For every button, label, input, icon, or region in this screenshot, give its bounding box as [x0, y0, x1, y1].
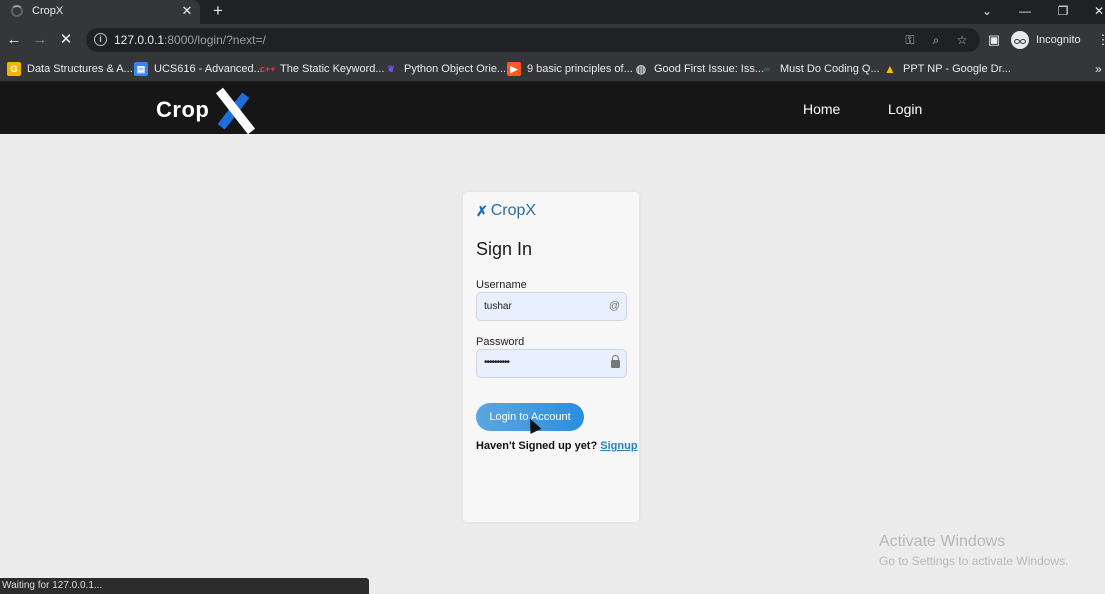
back-button-icon[interactable]: ←	[4, 30, 24, 50]
doc-icon: ▤	[134, 62, 148, 76]
site-navbar: Crop Home Login	[0, 82, 1105, 135]
password-label: Password	[476, 336, 525, 348]
status-bar: Waiting for 127.0.0.1...	[0, 578, 369, 594]
tab-strip: CropX ✕ + ⌄ — ❐ ✕	[0, 0, 1105, 24]
activate-windows-watermark: Activate Windows Go to Settings to activ…	[879, 533, 1069, 568]
bookmarks-bar: G Data Structures & A... ▤ UCS616 - Adva…	[0, 56, 1105, 82]
at-sign-icon: @	[608, 300, 621, 312]
card-brand: ✗ CropX	[476, 202, 537, 219]
username-field[interactable]: tushar @	[476, 292, 627, 321]
signup-link[interactable]: Signup	[600, 440, 637, 452]
more-bookmarks-icon[interactable]: »	[1095, 60, 1102, 78]
page-title: Sign In	[476, 239, 533, 259]
bookmark-item[interactable]: ❦ Python Object Orie...	[384, 60, 506, 78]
nav-login-link[interactable]: Login	[888, 101, 922, 117]
feather-icon: ❦	[387, 64, 395, 74]
password-value: ••••••••••	[484, 357, 510, 368]
browser-toolbar: ← → ✕ i 127.0.0.1:8000/login/?next=/ ⚿ ⌕…	[0, 24, 1105, 56]
minimize-icon[interactable]: —	[1015, 2, 1035, 20]
forward-button-icon[interactable]: →	[30, 30, 50, 50]
status-text: Waiting for 127.0.0.1...	[2, 580, 103, 591]
video-icon: ▶	[507, 62, 521, 76]
gfg-icon: ∞	[763, 64, 771, 74]
username-label: Username	[476, 279, 527, 291]
tab-close-icon[interactable]: ✕	[179, 3, 195, 19]
username-value: tushar	[484, 301, 512, 312]
bookmark-item[interactable]: ▤ UCS616 - Advanced...	[134, 60, 263, 78]
tab-search-icon[interactable]: ⌄	[977, 2, 997, 20]
globe-icon: ◍	[635, 62, 647, 76]
login-card: ✗ CropX Sign In Username tushar @ Passwo…	[463, 192, 639, 522]
bookmark-item[interactable]: ▲ PPT NP - Google Dr...	[883, 60, 1011, 78]
address-bar[interactable]: i 127.0.0.1:8000/login/?next=/ ⚿ ⌕ ☆	[86, 28, 980, 52]
side-panel-icon[interactable]: ▣	[984, 30, 1004, 50]
bookmark-item[interactable]: ∞ Must Do Coding Q...	[760, 60, 880, 78]
menu-icon[interactable]: ⋮	[1093, 30, 1105, 50]
logo-x-icon	[211, 87, 257, 135]
bookmark-item[interactable]: ◍ Good First Issue: Iss...	[634, 60, 764, 78]
bookmark-item[interactable]: c++ The Static Keyword...	[260, 60, 385, 78]
bookmark-item[interactable]: G Data Structures & A...	[7, 60, 133, 78]
signup-prompt: Haven't Signed up yet? Signup	[476, 440, 638, 452]
restore-icon[interactable]: ❐	[1053, 2, 1073, 20]
new-tab-button[interactable]: +	[209, 2, 227, 20]
nav-home-link[interactable]: Home	[803, 101, 840, 117]
lock-icon	[611, 355, 620, 368]
incognito-indicator[interactable]: Incognito	[1011, 28, 1081, 52]
tab-title: CropX	[32, 5, 64, 17]
url-text[interactable]: 127.0.0.1:8000/login/?next=/	[114, 33, 266, 47]
bookmark-star-icon[interactable]: ☆	[954, 32, 970, 48]
stop-loading-icon[interactable]: ✕	[56, 30, 76, 50]
key-icon[interactable]: ⚿	[902, 32, 918, 48]
gfg-icon: G	[7, 62, 21, 76]
bookmark-item[interactable]: ▶ 9 basic principles of...	[507, 60, 633, 78]
close-window-icon[interactable]: ✕	[1089, 2, 1105, 20]
zoom-icon[interactable]: ⌕	[928, 32, 944, 48]
cropx-logo-icon: ✗	[476, 202, 488, 219]
site-info-icon[interactable]: i	[94, 33, 107, 46]
site-logo[interactable]: Crop	[156, 87, 257, 135]
tab-cropx[interactable]: CropX ✕	[0, 0, 200, 24]
drive-icon: ▲	[884, 62, 896, 76]
password-field[interactable]: ••••••••••	[476, 349, 627, 378]
cpp-icon: c++	[260, 64, 276, 74]
incognito-icon	[1011, 31, 1029, 49]
loading-spinner-icon	[11, 5, 23, 17]
